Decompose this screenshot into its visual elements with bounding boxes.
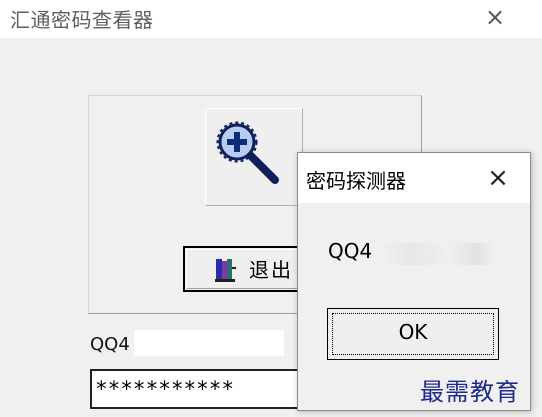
exit-door-icon	[215, 259, 236, 282]
ok-button[interactable]: OK	[327, 308, 499, 360]
exit-button-label: 退出	[249, 258, 293, 282]
main-close-button[interactable]: ×	[478, 2, 512, 32]
main-window-title: 汇通密码查看器	[10, 8, 154, 32]
password-field[interactable]: ***********	[90, 369, 302, 409]
dialog-title: 密码探测器	[306, 169, 406, 193]
magnifier-plus-icon	[216, 121, 279, 184]
ok-button-label: OK	[398, 320, 428, 344]
dialog-titlebar: 密码探测器 ×	[298, 153, 530, 203]
screen: 汇通密码查看器 × 退出 QQ4 *********** 密码探测器 × QQ4…	[0, 0, 542, 417]
main-titlebar: 汇通密码查看器 ×	[0, 0, 542, 38]
dialog-close-button[interactable]: ×	[480, 163, 516, 193]
qq-account-label: QQ4	[90, 334, 130, 355]
dialog-message-redaction	[378, 243, 494, 265]
watermark-text: 最需教育	[420, 378, 520, 406]
dialog-message: QQ4	[328, 239, 373, 263]
search-button[interactable]	[205, 108, 303, 206]
qq-account-redaction	[134, 330, 284, 356]
